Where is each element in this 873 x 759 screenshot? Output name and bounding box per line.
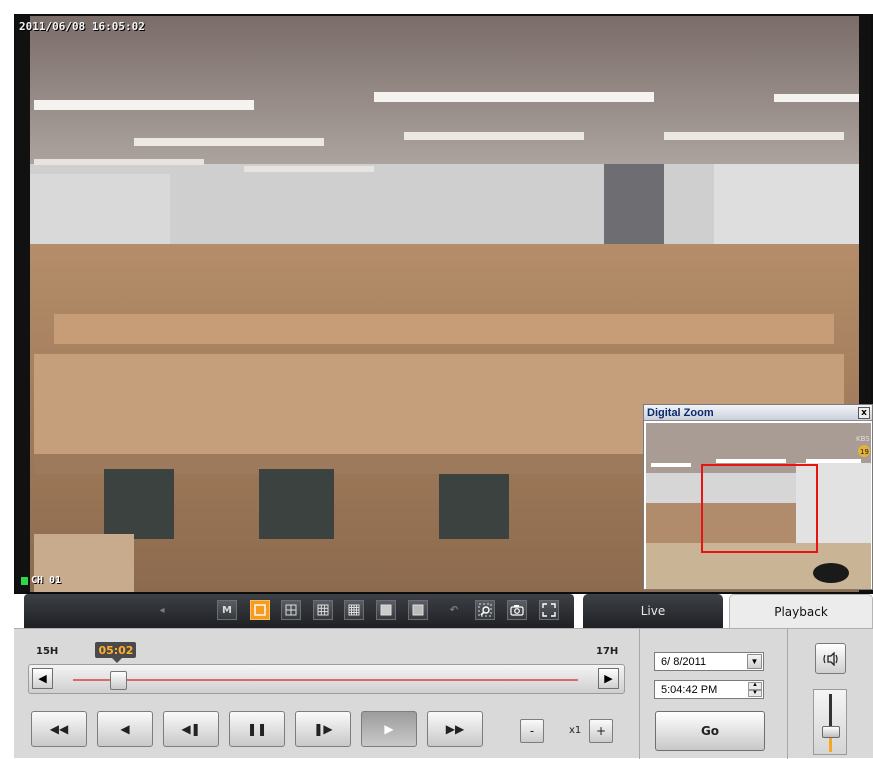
grid-16-icon — [348, 604, 360, 616]
view-toolbar: ◂ M ↶ — [24, 594, 574, 628]
panel-divider — [639, 629, 640, 759]
digital-zoom-title: Digital Zoom — [647, 406, 714, 419]
channel-status-indicator — [21, 576, 28, 585]
timeline-start-label: 15H — [36, 646, 59, 657]
reverse-play-button[interactable]: ◀ — [97, 711, 153, 747]
channel-name: CH 01 — [31, 575, 62, 586]
tab-playback[interactable]: Playback — [729, 594, 873, 628]
date-picker[interactable]: 6/ 8/2011 ▼ — [654, 652, 764, 671]
fast-forward-icon: ▶▶ — [445, 722, 465, 736]
step-forward-icon: ❚▶ — [313, 722, 333, 736]
grid-4-icon — [285, 604, 297, 616]
record-icon: ◂ — [159, 604, 165, 616]
pause-icon: ❚❚ — [246, 722, 268, 736]
rewind-icon: ◀◀ — [49, 722, 69, 736]
digital-zoom-icon[interactable] — [475, 600, 495, 620]
rewind-fast-button[interactable]: ◀◀ — [31, 711, 87, 747]
step-back-button[interactable]: ◀❚ — [163, 711, 219, 747]
close-icon[interactable]: x — [858, 406, 870, 419]
mode-m-button[interactable]: M — [217, 600, 237, 620]
timeline-bar[interactable]: ◀ ▶ — [28, 664, 625, 694]
channel-label: CH 01 — [21, 575, 61, 586]
pause-button[interactable]: ❚❚ — [229, 711, 285, 747]
layout-16-button[interactable] — [344, 600, 364, 620]
layout-25-button[interactable] — [376, 600, 396, 620]
volume-slider[interactable] — [813, 689, 847, 755]
speed-increase-button[interactable]: + — [589, 719, 613, 743]
audio-button[interactable] — [815, 643, 846, 674]
play-button[interactable]: ▶ — [361, 711, 417, 747]
digital-zoom-window[interactable]: Digital Zoom x KBS 19 — [643, 404, 873, 590]
zoom-preview[interactable]: KBS 19 — [646, 423, 871, 589]
go-button[interactable]: Go — [655, 711, 765, 751]
speed-decrease-button[interactable]: - — [520, 719, 544, 743]
speaker-icon — [822, 651, 838, 666]
speed-label: x1 — [569, 725, 582, 736]
step-forward-button[interactable]: ❚▶ — [295, 711, 351, 747]
layout-36-button[interactable] — [408, 600, 428, 620]
panel-divider-2 — [787, 629, 788, 759]
layout-4-button[interactable] — [281, 600, 301, 620]
broadcaster-watermark: KBS — [856, 435, 870, 443]
grid-9-icon — [317, 604, 329, 616]
playback-panel: 15H 17H ◀ ▶ 05:02 ◀◀ ◀ ◀❚ ❚❚ ❚▶ ▶ ▶▶ - x… — [14, 628, 873, 759]
timeline-current-time: 05:02 — [95, 642, 137, 663]
undo-icon: ↶ — [449, 604, 459, 616]
timeline-next-button[interactable]: ▶ — [598, 668, 619, 689]
time-value: 5:04:42 PM — [661, 683, 718, 696]
time-picker[interactable]: 5:04:42 PM ▲ ▼ — [654, 680, 764, 699]
video-timestamp: 2011/06/08 16:05:02 — [19, 20, 145, 33]
snapshot-icon[interactable] — [507, 600, 527, 620]
timeline-thumb[interactable] — [110, 671, 128, 690]
timeline-track[interactable] — [73, 679, 578, 681]
broadcaster-watermark-number: 19 — [860, 448, 869, 456]
fast-forward-button[interactable]: ▶▶ — [427, 711, 483, 747]
layout-1-button[interactable] — [250, 600, 270, 620]
date-value: 6/ 8/2011 — [661, 655, 707, 668]
grid-25-icon — [380, 604, 392, 616]
reverse-play-icon: ◀ — [120, 722, 130, 736]
grid-36-icon — [412, 604, 424, 616]
volume-knob[interactable] — [822, 725, 840, 738]
play-icon: ▶ — [384, 722, 394, 736]
time-spinner[interactable]: ▲ ▼ — [748, 682, 762, 697]
tab-live[interactable]: Live — [583, 594, 723, 628]
fullscreen-icon[interactable] — [539, 600, 559, 620]
timeline-end-label: 17H — [596, 646, 619, 657]
digital-zoom-titlebar[interactable]: Digital Zoom x — [644, 405, 872, 421]
layout-9-button[interactable] — [313, 600, 333, 620]
chevron-down-icon[interactable]: ▼ — [747, 654, 762, 669]
step-back-icon: ◀❚ — [181, 722, 201, 736]
timeline-prev-button[interactable]: ◀ — [32, 668, 53, 689]
